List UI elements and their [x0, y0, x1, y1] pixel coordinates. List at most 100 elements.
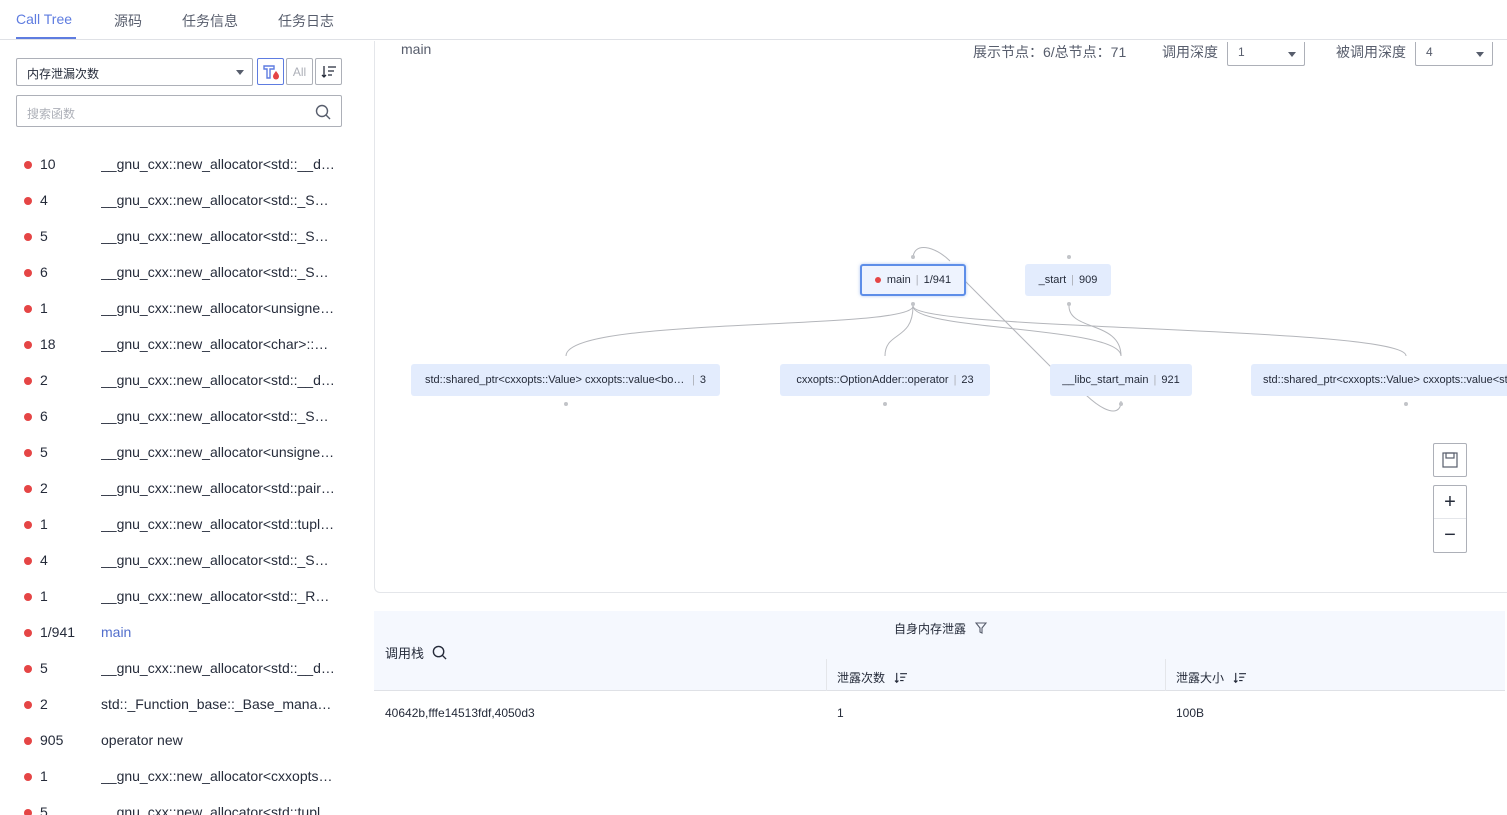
function-name: __gnu_cxx::new_allocator<char>::allocate	[101, 336, 336, 352]
leak-count: 6	[40, 264, 48, 280]
show-all-label: All	[292, 64, 307, 79]
list-item[interactable]: 5 __gnu_cxx::new_allocator<std::__detail:…	[0, 651, 360, 687]
leak-count: 5	[40, 804, 48, 815]
list-item[interactable]: 1 __gnu_cxx::new_allocator<std::_Rb_tree_…	[0, 579, 360, 615]
port-main-top	[911, 255, 915, 259]
leak-count: 6	[40, 408, 48, 424]
graph-node-start[interactable]: _start | 909	[1025, 264, 1111, 296]
edge-main-shared-ptr-2	[912, 305, 1407, 357]
leak-dot-icon	[24, 737, 32, 745]
zoom-in-button[interactable]: +	[1434, 486, 1466, 519]
search-icon[interactable]	[432, 645, 447, 660]
port-start-top	[1067, 255, 1071, 259]
graph-node-shared-ptr-1[interactable]: std::shared_ptr<cxxopts::Value> cxxopts:…	[411, 364, 720, 396]
list-item[interactable]: 5 __gnu_cxx::new_allocator<std::_Sp_count…	[0, 219, 360, 255]
list-item[interactable]: 10 __gnu_cxx::new_allocator<std::__detail…	[0, 147, 360, 183]
list-item[interactable]: 6 __gnu_cxx::new_allocator<std::_Sp_count…	[0, 255, 360, 291]
leak-count: 1	[40, 768, 48, 784]
leak-filter-icon	[262, 64, 279, 79]
graph-node-libc-start-main[interactable]: __libc_start_main | 921	[1050, 364, 1192, 396]
leak-table: 自身内存泄露 调用栈 泄露次数 泄露大小 40642b,fffe14513fdf…	[374, 611, 1507, 815]
show-all-button[interactable]: All	[286, 58, 313, 85]
filter-icon[interactable]	[975, 622, 988, 634]
sort-button[interactable]	[315, 58, 342, 85]
leak-dot-icon	[24, 449, 32, 457]
leak-count: 18	[40, 336, 56, 352]
graph-node-shared-ptr-2[interactable]: std::shared_ptr<cxxopts::Value> cxxopts:…	[1251, 364, 1507, 396]
leak-dot-icon	[24, 197, 32, 205]
active-tab-indicator	[16, 37, 76, 39]
zoom-controls: + −	[1433, 485, 1467, 553]
list-item[interactable]: 905 operator new	[0, 723, 360, 759]
list-item[interactable]: 1 __gnu_cxx::new_allocator<cxxopts::KeyVa…	[0, 759, 360, 795]
search-icon[interactable]	[315, 104, 331, 120]
metric-select[interactable]: 内存泄漏次数	[16, 58, 253, 86]
list-item[interactable]: 1/941 main	[0, 615, 360, 651]
node-separator: |	[953, 374, 957, 386]
graph-node-main[interactable]: main | 1/941	[860, 264, 966, 296]
function-name: main	[101, 624, 132, 640]
list-item[interactable]: 2 std::_Function_base::_Base_manager<...	[0, 687, 360, 723]
leak-filter-button[interactable]	[257, 58, 284, 85]
leak-count: 5	[40, 444, 48, 460]
list-item[interactable]: 4 __gnu_cxx::new_allocator<std::_Sp_count…	[0, 543, 360, 579]
list-item[interactable]: 4 __gnu_cxx::new_allocator<std::_Sp_count…	[0, 183, 360, 219]
function-search-input[interactable]: 搜索函数	[16, 95, 342, 127]
list-item[interactable]: 5 __gnu_cxx::new_allocator<std::tuple<...	[0, 795, 360, 815]
leak-count: 2	[40, 480, 48, 496]
function-name: __gnu_cxx::new_allocator<std::__detail::…	[101, 372, 336, 388]
graph-node-option-adder[interactable]: cxxopts::OptionAdder::operator | 23	[780, 364, 990, 396]
self-leak-group-header: 自身内存泄露	[894, 620, 988, 637]
function-name: __gnu_cxx::new_allocator<std::_Rb_tree_n…	[101, 588, 336, 604]
list-item[interactable]: 2 __gnu_cxx::new_allocator<std::__detail:…	[0, 363, 360, 399]
search-placeholder: 搜索函数	[27, 107, 76, 121]
leak-count: 1	[40, 516, 48, 532]
sort-icon[interactable]	[1233, 672, 1247, 684]
leak-dot-icon	[24, 305, 32, 313]
leak-dot-icon	[24, 413, 32, 421]
leak-dot-icon	[24, 773, 32, 781]
save-icon	[1442, 452, 1458, 468]
leak-count-header-label: 泄露次数	[837, 671, 886, 685]
leak-count-header[interactable]: 泄露次数	[837, 669, 908, 686]
leak-dot-icon	[24, 665, 32, 673]
list-item[interactable]: 1 __gnu_cxx::new_allocator<std::tuple<std…	[0, 507, 360, 543]
tab-task-info[interactable]: 任务信息	[182, 11, 238, 31]
column-divider	[1165, 659, 1166, 691]
tab-task-log[interactable]: 任务日志	[278, 11, 334, 31]
list-item[interactable]: 2 __gnu_cxx::new_allocator<std::pair<std:…	[0, 471, 360, 507]
leak-dot-icon	[24, 521, 32, 529]
list-item[interactable]: 1 __gnu_cxx::new_allocator<unsigned long>…	[0, 291, 360, 327]
leak-dot-icon	[24, 809, 32, 815]
leak-dot-icon	[24, 593, 32, 601]
node-separator: |	[1153, 374, 1157, 386]
tab-source[interactable]: 源码	[114, 11, 142, 31]
leak-count: 1/941	[40, 624, 76, 640]
node-value: 3	[699, 374, 706, 386]
save-image-button[interactable]	[1433, 443, 1467, 477]
function-name: std::_Function_base::_Base_manager<...	[101, 696, 336, 712]
node-separator: |	[915, 274, 919, 286]
column-divider	[826, 659, 827, 691]
cell-leak-size: 100B	[1176, 706, 1205, 720]
zoom-out-button[interactable]: −	[1434, 519, 1466, 552]
leak-size-header[interactable]: 泄露大小	[1176, 669, 1247, 686]
sort-icon[interactable]	[894, 672, 908, 684]
node-separator: |	[692, 374, 695, 386]
function-name: __gnu_cxx::new_allocator<std::_Sp_counte…	[101, 192, 336, 208]
call-graph-canvas[interactable]: main 展示节点：6/总节点：71 调用深度 1 被调用深度 4 main |…	[374, 41, 1507, 593]
leak-dot-icon	[24, 233, 32, 241]
leak-dot-icon	[24, 161, 32, 169]
function-name: __gnu_cxx::new_allocator<cxxopts::KeyVal…	[101, 768, 336, 784]
list-item[interactable]: 18 __gnu_cxx::new_allocator<char>::alloca…	[0, 327, 360, 363]
list-item[interactable]: 5 __gnu_cxx::new_allocator<unsigned char>…	[0, 435, 360, 471]
tab-call-tree[interactable]: Call Tree	[16, 11, 72, 27]
table-header: 自身内存泄露 调用栈 泄露次数 泄露大小	[374, 611, 1505, 691]
function-name: __gnu_cxx::new_allocator<std::_Sp_counte…	[101, 552, 336, 568]
leak-count: 5	[40, 660, 48, 676]
leak-count: 5	[40, 228, 48, 244]
call-stack-header: 调用栈	[385, 643, 447, 662]
function-name: __gnu_cxx::new_allocator<std::tuple<std:…	[101, 516, 336, 532]
edge-main-shared-ptr-1	[565, 305, 914, 357]
list-item[interactable]: 6 __gnu_cxx::new_allocator<std::_Sp_count…	[0, 399, 360, 435]
